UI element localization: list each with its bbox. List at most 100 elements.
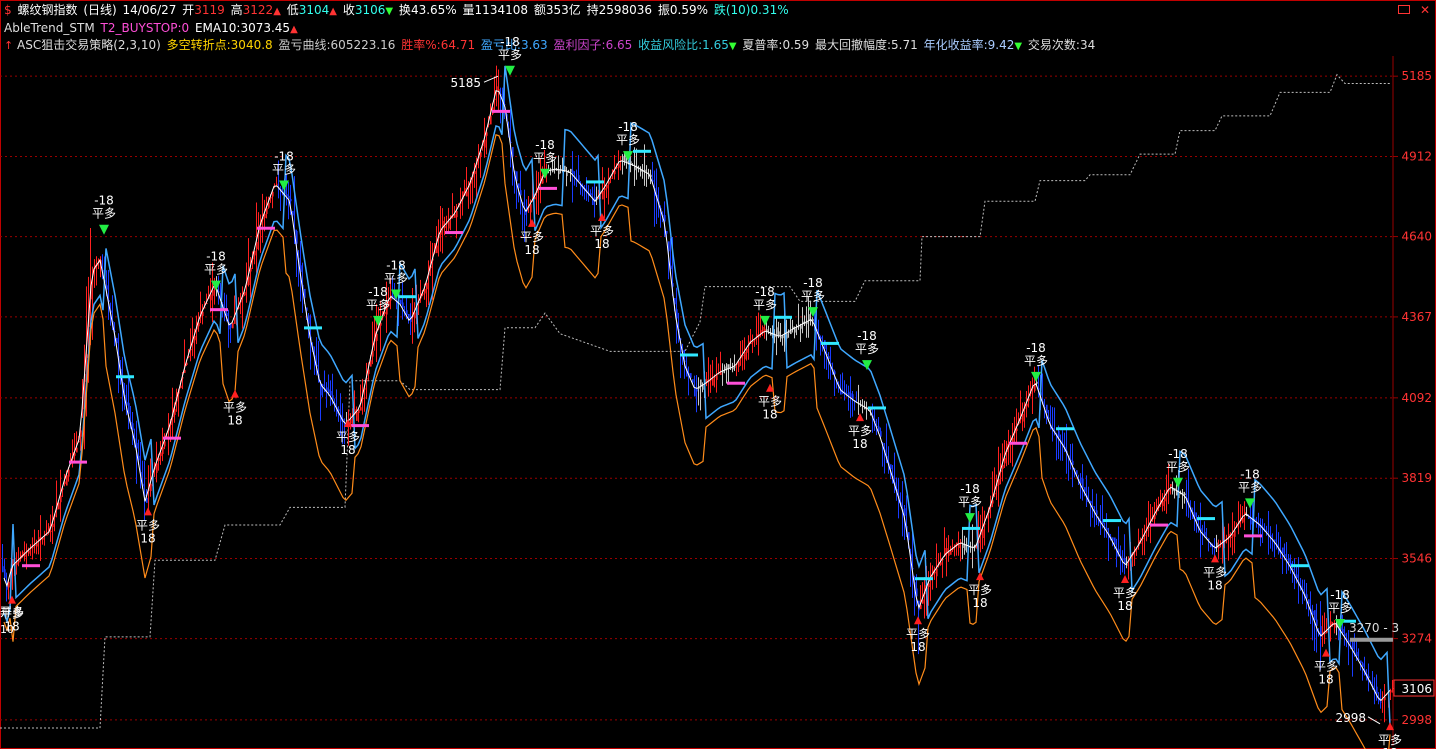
stop-marker bbox=[116, 375, 134, 379]
stop-marker bbox=[821, 341, 839, 345]
candle-body bbox=[694, 387, 696, 397]
candle-body bbox=[790, 330, 792, 335]
start-signal-sub: 10 bbox=[0, 623, 14, 636]
candle-body bbox=[400, 299, 402, 305]
candle-body bbox=[276, 183, 278, 185]
low-pointer bbox=[1367, 716, 1381, 725]
candle-body bbox=[578, 175, 580, 182]
candle-body bbox=[490, 115, 492, 125]
candle-body bbox=[426, 282, 428, 290]
candle-body bbox=[738, 361, 740, 367]
stop-marker bbox=[1197, 517, 1215, 521]
candle-body bbox=[1046, 404, 1048, 414]
last-price-label: 3106 bbox=[1401, 682, 1432, 696]
signal-bottom-label: 18 bbox=[340, 443, 355, 457]
position-marker-bar bbox=[1350, 637, 1393, 642]
candle-body bbox=[794, 328, 796, 333]
stop-marker bbox=[163, 436, 181, 440]
start-signal-label: 开多 bbox=[0, 605, 24, 619]
signal-top-label: -18 bbox=[1330, 588, 1350, 602]
candle-body bbox=[852, 394, 854, 400]
signal-top-label: -18 bbox=[803, 276, 823, 290]
signal-top-label: -18 bbox=[1026, 341, 1046, 355]
trend-band-lower-line bbox=[3, 134, 1391, 749]
candle-body bbox=[1392, 688, 1394, 690]
sell-signal-icon bbox=[760, 315, 770, 326]
signal-close-label: 平多 bbox=[616, 133, 640, 147]
stop-marker bbox=[868, 406, 886, 410]
signal-close-label: 平多 bbox=[848, 424, 872, 438]
candle-body bbox=[1376, 686, 1378, 694]
candle-body bbox=[1234, 530, 1236, 537]
candle-body bbox=[1316, 619, 1318, 626]
candle-body bbox=[484, 139, 486, 148]
candle-body bbox=[28, 550, 30, 554]
candle-body bbox=[50, 530, 52, 532]
signal-top-label: -18 bbox=[618, 120, 638, 134]
candle-body bbox=[734, 366, 736, 368]
candle-body bbox=[1204, 531, 1206, 536]
high-pointer bbox=[483, 75, 499, 83]
low-value-label: 2998 bbox=[1335, 711, 1366, 725]
signal-bottom-label: 18 bbox=[852, 437, 867, 451]
candle-body bbox=[290, 198, 292, 202]
equity-curve-line bbox=[0, 73, 1390, 729]
signal-close-label: 平多 bbox=[968, 583, 992, 597]
signal-bottom-label: 18 bbox=[140, 531, 155, 545]
signal-close-label: 平多 bbox=[223, 401, 247, 415]
candle-body bbox=[1314, 610, 1316, 621]
candle-body bbox=[712, 378, 714, 386]
candle-body bbox=[4, 569, 6, 578]
candle-body bbox=[696, 389, 698, 392]
y-tick-label: 4092 bbox=[1401, 391, 1432, 405]
buy-signal-icon bbox=[1211, 554, 1219, 563]
candle-body bbox=[266, 208, 268, 214]
signal-close-label: 平多 bbox=[1113, 586, 1137, 600]
candle-body bbox=[1162, 500, 1164, 507]
y-tick-label: 2998 bbox=[1401, 713, 1432, 727]
signal-bottom-label: 18 bbox=[1117, 599, 1132, 613]
signal-close-label: 平多 bbox=[801, 289, 825, 303]
signal-close-label: 平多 bbox=[520, 230, 544, 244]
signal-close-label: 平多 bbox=[1314, 660, 1338, 674]
stop-marker bbox=[304, 326, 322, 330]
candle-body bbox=[448, 221, 450, 229]
y-tick-label: 3819 bbox=[1401, 471, 1432, 485]
candle-body bbox=[950, 550, 952, 555]
candle-body bbox=[456, 211, 458, 218]
y-tick-label: 3274 bbox=[1401, 632, 1432, 646]
candle-body bbox=[1096, 510, 1098, 515]
candle-body bbox=[408, 313, 410, 319]
y-tick-label: 5185 bbox=[1401, 69, 1432, 83]
signal-close-label: 平多 bbox=[272, 163, 296, 177]
signal-top-label: -18 bbox=[206, 250, 226, 264]
signal-top-label: -18 bbox=[1240, 467, 1260, 481]
stop-marker bbox=[257, 226, 275, 230]
buy-signal-icon bbox=[1121, 575, 1129, 584]
candle-body bbox=[602, 190, 604, 200]
candle-body bbox=[778, 331, 780, 336]
candle-body bbox=[60, 495, 62, 503]
candle-body bbox=[232, 322, 234, 329]
candle-body bbox=[848, 391, 850, 396]
candle-body bbox=[68, 469, 70, 477]
candle-body bbox=[1356, 651, 1358, 657]
signal-close-label: 平多 bbox=[1238, 480, 1262, 494]
candle-body bbox=[358, 409, 360, 413]
candle-body bbox=[210, 294, 212, 301]
stop-marker bbox=[633, 149, 651, 153]
candle-body bbox=[664, 215, 666, 222]
candle-body bbox=[496, 86, 498, 91]
candle-body bbox=[2, 566, 4, 573]
candle-body bbox=[744, 351, 746, 360]
signal-bottom-label: 18 bbox=[1318, 673, 1333, 687]
candle-body bbox=[326, 387, 328, 391]
buy-signal-icon bbox=[976, 572, 984, 581]
candle-body bbox=[402, 302, 404, 308]
price-chart[interactable]: 518549124640436740923819354632742998-18平… bbox=[0, 0, 1436, 749]
stop-marker bbox=[445, 231, 463, 235]
stop-marker bbox=[680, 353, 698, 357]
candle-body bbox=[776, 327, 778, 336]
candle-body bbox=[530, 204, 532, 213]
sell-signal-icon bbox=[1173, 477, 1183, 488]
